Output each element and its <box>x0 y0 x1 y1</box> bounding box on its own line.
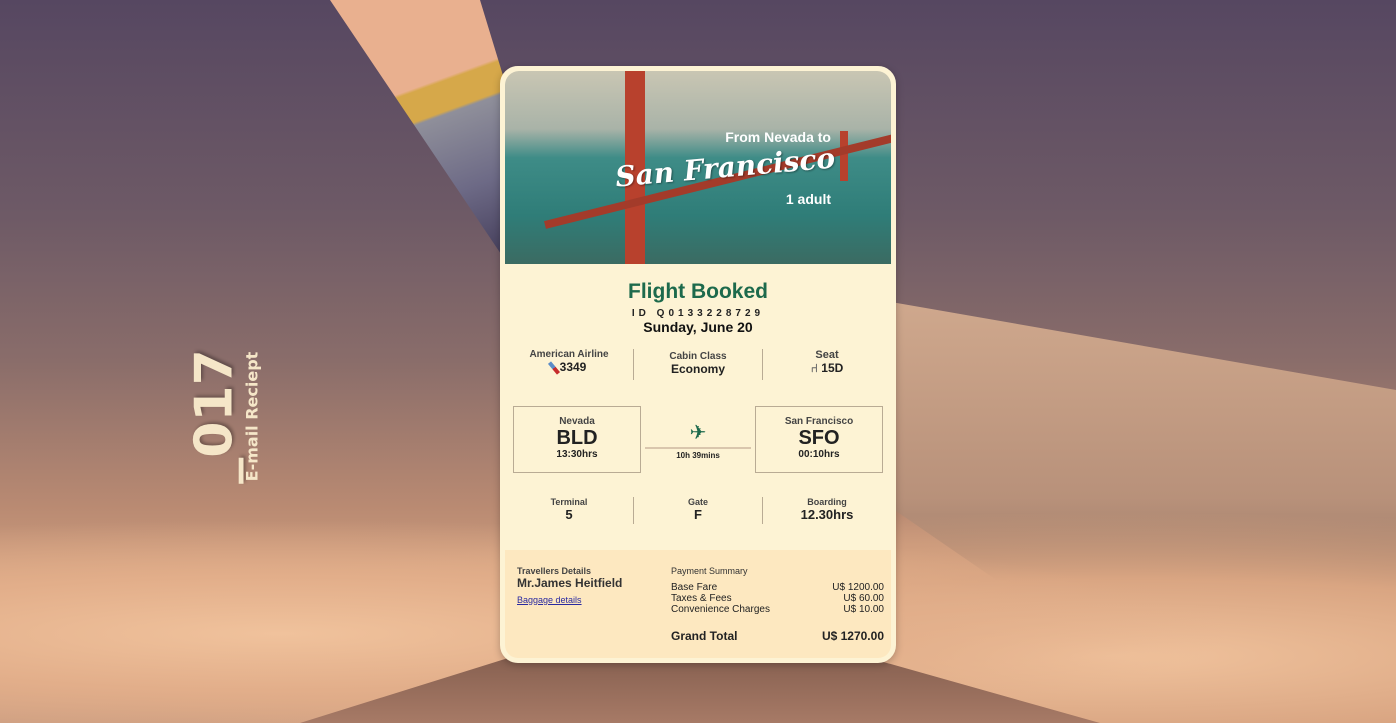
airline-logo-icon <box>547 361 560 375</box>
gate-value: F <box>694 507 702 522</box>
hero-image: From Nevada to San Francisco 1 adult <box>505 71 891 264</box>
grand-total-row: Grand Total U$ 1270.00 <box>671 629 884 643</box>
route-section: Nevada BLD 13:30hrs ✈ 10h 39mins San Fra… <box>513 406 883 473</box>
payment-row: Taxes & Fees U$ 60.00 <box>671 593 884 604</box>
origin-code: BLD <box>556 427 598 449</box>
travellers-label: Travellers Details <box>517 566 592 576</box>
terminal-value: 5 <box>565 507 573 522</box>
origin-box: Nevada BLD 13:30hrs <box>513 406 641 473</box>
payment-item-amount: U$ 60.00 <box>843 593 884 604</box>
receipt-number: _017 <box>184 349 245 484</box>
destination-time: 00:10hrs <box>798 449 840 460</box>
airline-label: American Airline <box>529 349 609 360</box>
destination-code: SFO <box>798 427 840 449</box>
bridge-tower <box>840 131 848 181</box>
seat-value: 15D <box>821 361 844 375</box>
payment-item-amount: U$ 1200.00 <box>832 582 884 593</box>
payment-item-name: Taxes & Fees <box>671 593 732 604</box>
payment-item-name: Base Fare <box>671 582 718 593</box>
destination-box: San Francisco SFO 00:10hrs <box>755 406 883 473</box>
origin-time: 13:30hrs <box>556 449 598 460</box>
route-line <box>645 446 751 449</box>
payment-row: Base Fare U$ 1200.00 <box>671 582 884 593</box>
origin-city: Nevada <box>559 416 595 427</box>
receipt-side-label: _017 E-mail Reciept <box>184 332 262 502</box>
flight-number: 3349 <box>559 360 587 374</box>
payment-item-name: Convenience Charges <box>671 604 770 615</box>
boarding-value: 12.30hrs <box>800 507 854 522</box>
gate-info-row: Terminal 5 Gate F Boarding 12.30hrs <box>505 497 891 524</box>
flight-info-row: American Airline 3349 Cabin Class Economy… <box>505 349 891 380</box>
hero-destination: San Francisco <box>613 141 837 194</box>
airplane-icon: ✈ <box>689 421 707 444</box>
cabin-label: Cabin Class <box>669 351 727 362</box>
page-title: Flight Booked <box>628 280 768 303</box>
cabin-value: Economy <box>670 362 725 376</box>
baggage-details-link[interactable]: Baggage details <box>517 595 582 605</box>
destination-city: San Francisco <box>784 416 854 427</box>
hero-passengers: 1 adult <box>785 191 831 207</box>
payment-item-amount: U$ 10.00 <box>843 604 884 615</box>
ticket-card: From Nevada to San Francisco 1 adult Fli… <box>500 66 896 663</box>
booking-id: ID Q0133228729 <box>631 308 765 319</box>
receipt-label: E-mail Reciept <box>242 351 262 482</box>
seat-label: Seat <box>815 349 839 361</box>
boarding-label: Boarding <box>807 497 847 507</box>
grand-total-amount: U$ 1270.00 <box>821 629 884 643</box>
grand-total-label: Grand Total <box>671 629 738 643</box>
traveller-name: Mr.James Heitfield <box>517 576 623 590</box>
terminal-label: Terminal <box>550 497 588 507</box>
flight-duration: 10h 39mins <box>676 450 720 460</box>
gate-label: Gate <box>687 497 708 507</box>
payment-label: Payment Summary <box>671 566 748 576</box>
summary-section: Travellers Details Mr.James Heitfield Ba… <box>505 550 891 658</box>
payment-row: Convenience Charges U$ 10.00 <box>671 604 884 615</box>
seat-icon: ⑁ <box>810 361 818 375</box>
flight-date: Sunday, June 20 <box>643 319 753 335</box>
